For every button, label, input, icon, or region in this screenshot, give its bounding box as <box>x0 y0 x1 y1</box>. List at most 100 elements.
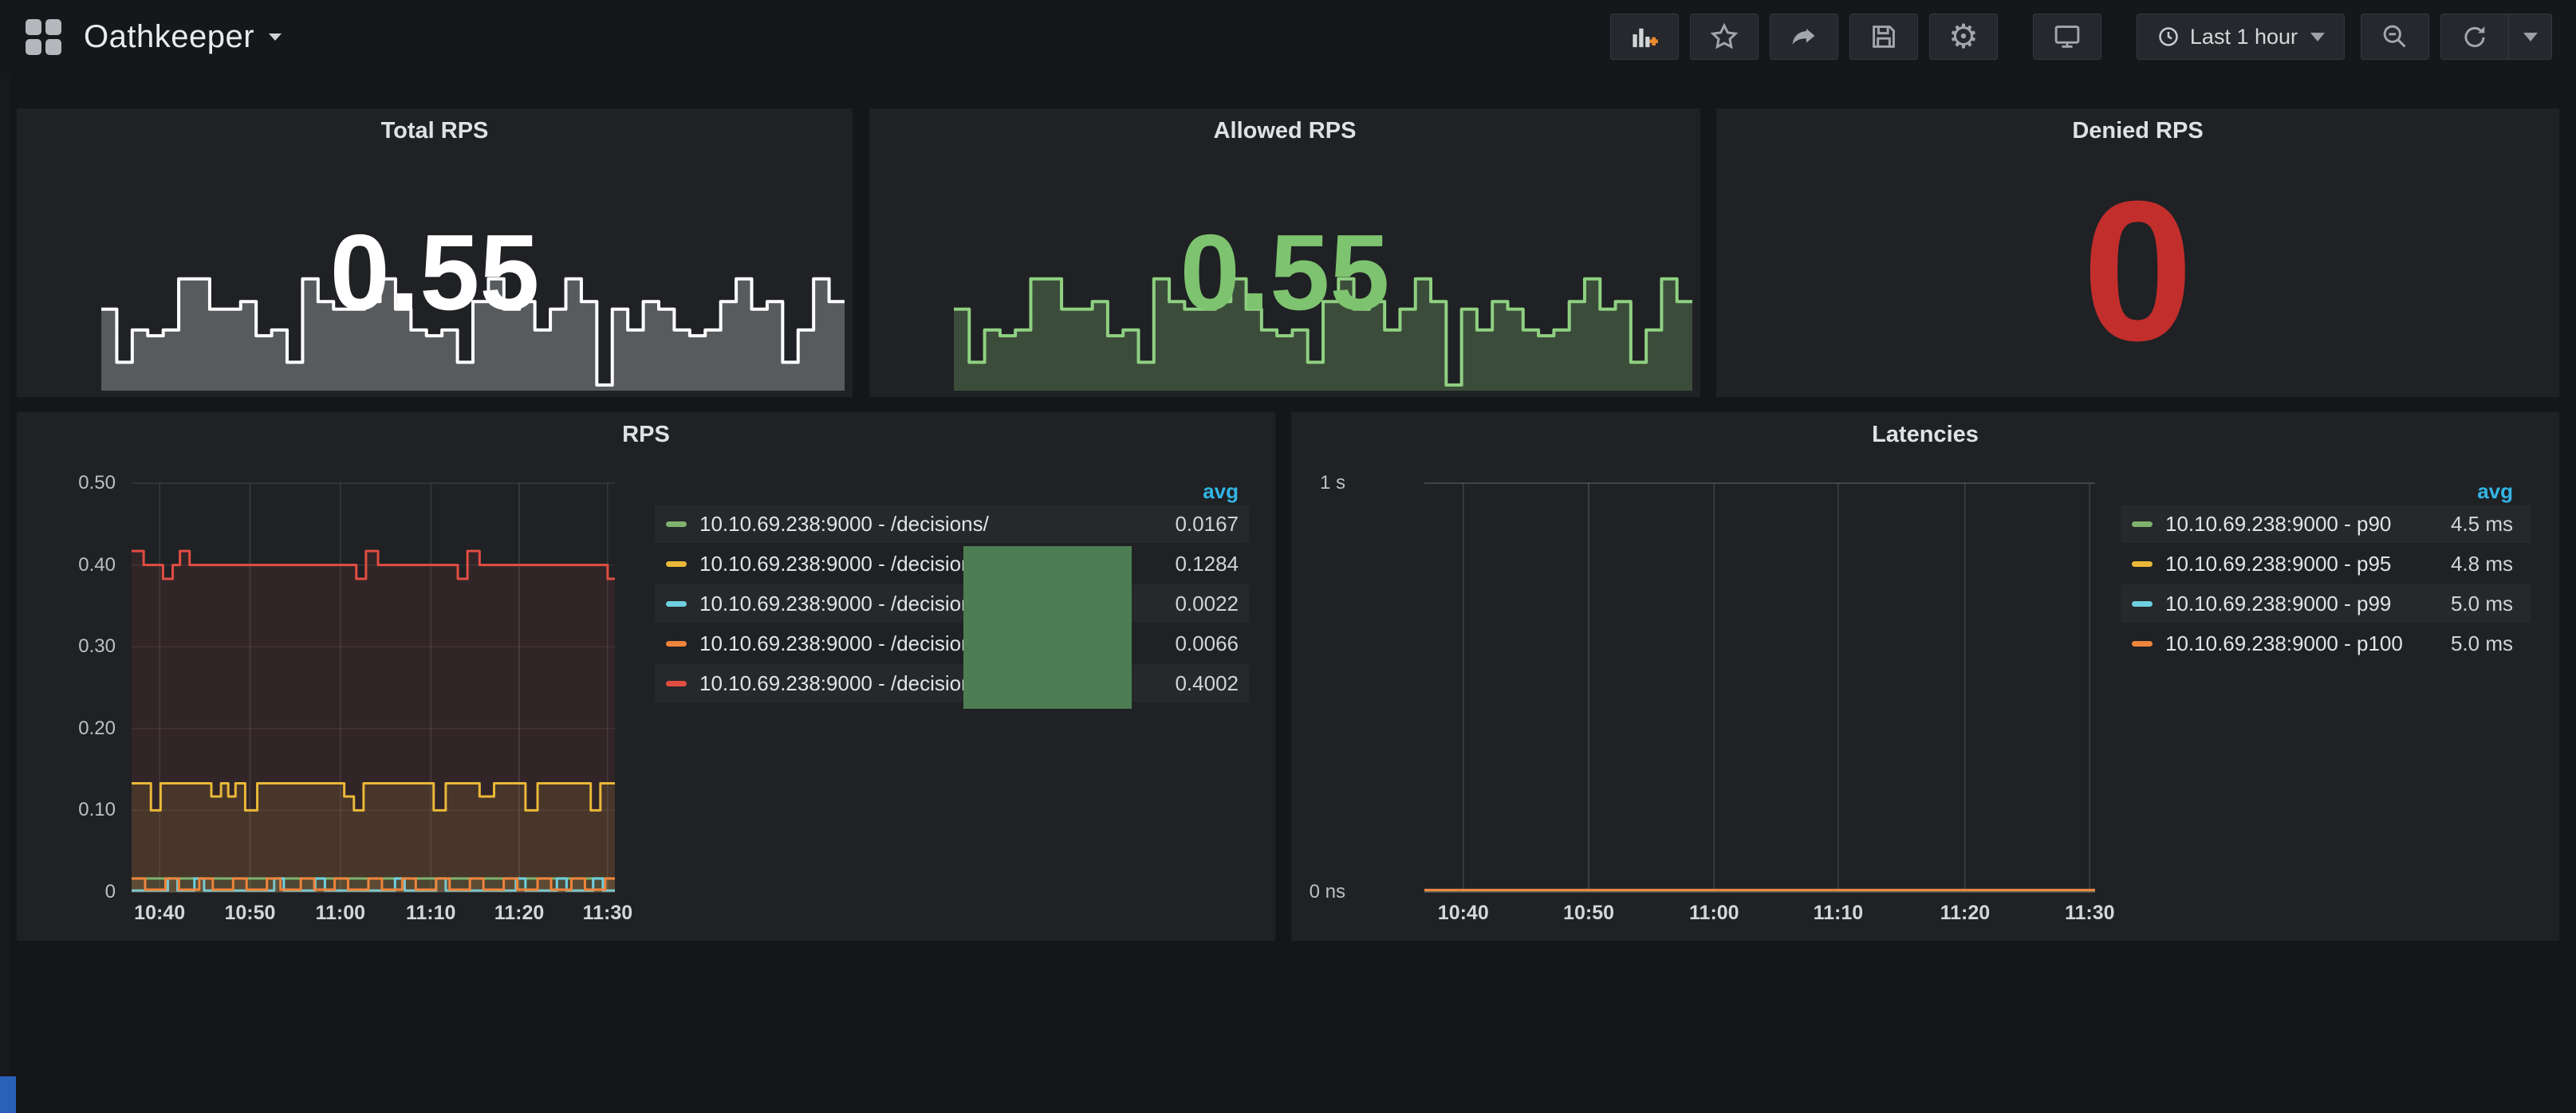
x-tick-label: 11:20 <box>1940 902 1991 925</box>
legend-row: 10.10.69.238:9000 - /decisions/0.0066 <box>655 624 1249 663</box>
y-tick-label: 0.50 <box>78 472 116 494</box>
stat-value: 0.55 <box>869 218 1700 326</box>
series-color-icon[interactable] <box>666 681 687 686</box>
y-tick-label: 0.40 <box>78 554 116 576</box>
star-icon <box>1709 22 1739 52</box>
collapsed-sidebar-strip <box>0 73 11 1113</box>
grid-square <box>45 39 61 55</box>
cycle-view-button[interactable] <box>2033 14 2101 60</box>
y-tick-label: 0.20 <box>78 718 116 740</box>
series-name[interactable]: 10.10.69.238:9000 - p90 <box>2165 512 2451 537</box>
y-tick-label: 0 <box>105 881 116 903</box>
panel-title[interactable]: Allowed RPS <box>869 118 1700 144</box>
panel-allowed-rps: Allowed RPS 0.55 <box>869 108 1700 397</box>
series-color-icon[interactable] <box>2132 601 2153 607</box>
rps-plot-area[interactable] <box>132 483 615 892</box>
time-range-caret-icon <box>2310 33 2325 41</box>
panel-title[interactable]: Latencies <box>1291 422 2559 448</box>
series-avg-value: 0.4002 <box>1175 671 1239 696</box>
save-dashboard-button[interactable] <box>1849 14 1918 60</box>
panel-latencies-graph: Latencies avg 10.10.69.238:9000 - p904.5… <box>1291 412 2559 941</box>
x-tick-label: 10:40 <box>134 902 185 925</box>
x-tick-label: 11:20 <box>494 902 545 925</box>
series-color-icon[interactable] <box>666 561 687 567</box>
panel-total-rps: Total RPS 0.55 <box>17 108 853 397</box>
stat-value: 0.55 <box>17 218 853 326</box>
series-color-icon[interactable] <box>2132 641 2153 647</box>
dashboard-title[interactable]: Oathkeeper <box>84 19 254 55</box>
gear-icon: ⚙ <box>1948 20 1979 53</box>
series-color-icon[interactable] <box>666 521 687 527</box>
clock-icon <box>2157 25 2180 49</box>
panel-title[interactable]: Denied RPS <box>1716 118 2559 144</box>
refresh-button-group <box>2440 14 2552 60</box>
series-avg-value: 4.8 ms <box>2451 552 2513 576</box>
series-color-icon[interactable] <box>666 601 687 607</box>
legend: 10.10.69.238:9000 - /decisions/0.016710.… <box>655 505 1249 702</box>
grid-square <box>45 19 61 35</box>
dashboards-grid-icon[interactable] <box>26 19 61 55</box>
panel-denied-rps: Denied RPS 0 <box>1716 108 2559 397</box>
panel-title[interactable]: Total RPS <box>17 118 853 144</box>
x-tick-label: 10:50 <box>224 902 275 925</box>
zoom-out-button[interactable] <box>2361 14 2429 60</box>
x-tick-label: 11:10 <box>1814 902 1864 925</box>
series-color-icon[interactable] <box>2132 521 2153 527</box>
time-range-picker[interactable]: Last 1 hour <box>2137 14 2345 60</box>
legend-row: 10.10.69.238:9000 - /decisions/0.1284 <box>655 545 1249 583</box>
series-color-icon[interactable] <box>666 641 687 647</box>
panel-peek-bottom <box>0 1076 16 1113</box>
legend-row: 10.10.69.238:9000 - p995.0 ms <box>2121 584 2531 623</box>
panel-title[interactable]: RPS <box>17 422 1275 448</box>
share-dashboard-button[interactable] <box>1770 14 1838 60</box>
x-tick-label: 11:30 <box>583 902 633 925</box>
series-name[interactable]: 10.10.69.238:9000 - /decisions/ <box>699 512 1175 537</box>
series-avg-value: 0.1284 <box>1175 552 1239 576</box>
zoom-out-icon <box>2380 22 2410 52</box>
series-name[interactable]: 10.10.69.238:9000 - p95 <box>2165 552 2451 576</box>
mark-favorite-button[interactable] <box>1690 14 1759 60</box>
selection-overlay <box>963 546 1132 709</box>
series-avg-value: 0.0066 <box>1175 631 1239 656</box>
legend-row: 10.10.69.238:9000 - p954.8 ms <box>2121 545 2531 583</box>
legend-row: 10.10.69.238:9000 - /decisions/0.0022 <box>655 584 1249 623</box>
series-avg-value: 5.0 ms <box>2451 631 2513 656</box>
legend-row: 10.10.69.238:9000 - /decisions/0.0167 <box>655 505 1249 543</box>
series-avg-value: 4.5 ms <box>2451 512 2513 537</box>
y-tick-label: 0.30 <box>78 635 116 658</box>
y-tick-label: 1 s <box>1320 472 1345 494</box>
dashboard-settings-button[interactable]: ⚙ <box>1929 14 1998 60</box>
legend-avg-header[interactable]: avg <box>2121 478 2531 505</box>
dashboard-title-caret-icon[interactable] <box>269 33 282 41</box>
series-name[interactable]: 10.10.69.238:9000 - p99 <box>2165 592 2451 616</box>
series-color-icon[interactable] <box>2132 561 2153 567</box>
monitor-icon <box>2052 22 2082 52</box>
save-icon <box>1869 22 1899 52</box>
grid-square <box>26 39 41 55</box>
stat-value: 0 <box>1716 171 2559 371</box>
grid-square <box>26 19 41 35</box>
refresh-interval-dropdown[interactable] <box>2509 14 2552 60</box>
refresh-button[interactable] <box>2440 14 2509 60</box>
x-tick-label: 11:10 <box>406 902 456 925</box>
panel-rps-graph: RPS avg 10.10.69.238:9000 - /decisions/0… <box>17 412 1275 941</box>
legend-row: 10.10.69.238:9000 - p1005.0 ms <box>2121 624 2531 663</box>
series-avg-value: 0.0022 <box>1175 592 1239 616</box>
add-panel-icon <box>1629 22 1660 52</box>
legend-avg-header[interactable]: avg <box>655 478 1249 505</box>
series-avg-value: 0.0167 <box>1175 512 1239 537</box>
x-tick-label: 11:00 <box>316 902 366 925</box>
x-tick-label: 10:50 <box>1563 902 1614 925</box>
time-range-label: Last 1 hour <box>2190 25 2298 49</box>
x-tick-label: 11:30 <box>2065 902 2115 925</box>
x-tick-label: 10:40 <box>1438 902 1489 925</box>
refresh-caret-icon <box>2523 33 2538 41</box>
latencies-plot-area[interactable] <box>1424 483 2095 892</box>
add-panel-button[interactable] <box>1610 14 1679 60</box>
legend-row: 10.10.69.238:9000 - p904.5 ms <box>2121 505 2531 543</box>
y-tick-label: 0 ns <box>1310 881 1345 903</box>
legend: 10.10.69.238:9000 - p904.5 ms10.10.69.23… <box>2121 505 2531 663</box>
y-tick-label: 0.10 <box>78 799 116 821</box>
refresh-icon <box>2460 22 2490 52</box>
series-name[interactable]: 10.10.69.238:9000 - p100 <box>2165 631 2451 656</box>
